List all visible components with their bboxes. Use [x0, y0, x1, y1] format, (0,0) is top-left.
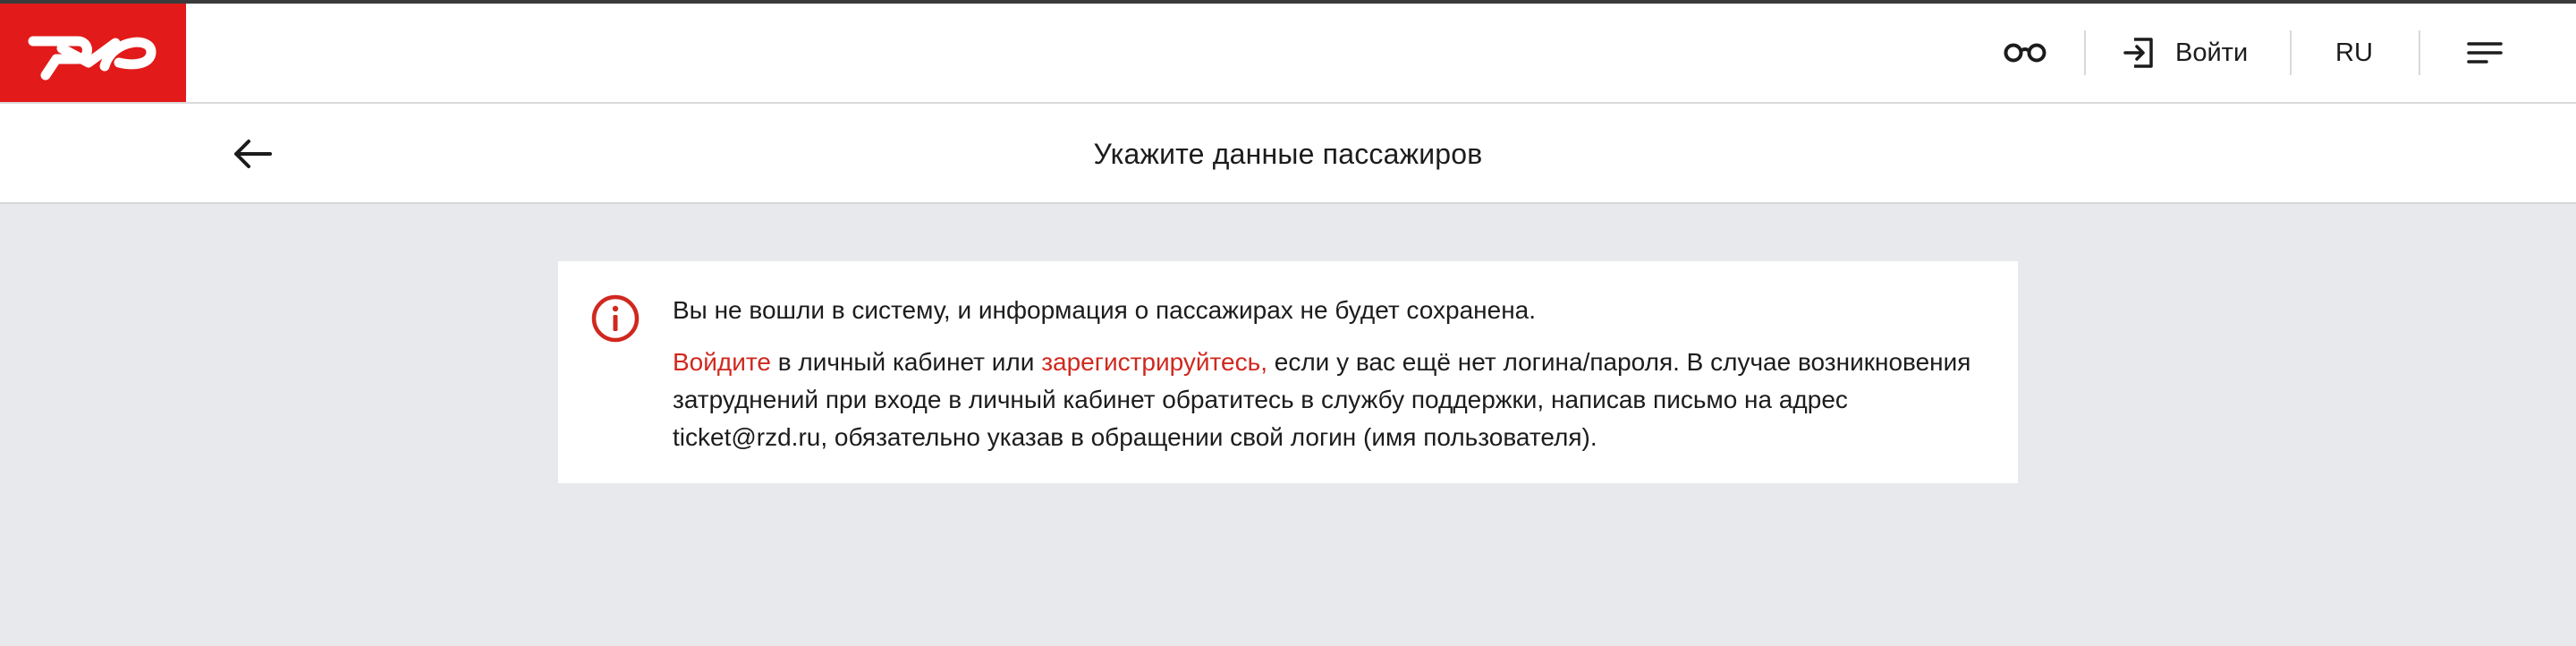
login-label: Войти [2175, 38, 2249, 67]
notice-line-1: Вы не вошли в систему, и информация о па… [673, 296, 1537, 324]
page-titlebar: Укажите данные пассажиров [0, 104, 2576, 204]
glasses-icon [2004, 43, 2046, 63]
accessibility-button[interactable] [1996, 4, 2054, 102]
header-divider [2419, 30, 2420, 75]
rzd-logo[interactable] [0, 4, 186, 102]
login-button[interactable]: Войти [2122, 4, 2256, 102]
page-title: Укажите данные пассажиров [1093, 138, 1483, 170]
header-divider [2084, 30, 2086, 75]
menu-icon [2467, 42, 2503, 64]
login-link[interactable]: Войдите [673, 348, 771, 376]
language-label: RU [2335, 38, 2373, 67]
header-divider [2290, 30, 2292, 75]
notice-text: Вы не вошли в систему, и информация о па… [673, 292, 1996, 456]
not-logged-in-notice: Вы не вошли в систему, и информация о па… [558, 261, 2018, 483]
register-link[interactable]: зарегистрируйтесь, [1041, 348, 1267, 376]
menu-button[interactable] [2458, 4, 2512, 102]
info-icon [591, 294, 640, 343]
login-icon [2123, 38, 2153, 68]
site-header: Войти RU [0, 4, 2576, 104]
language-switcher[interactable]: RU [2326, 4, 2383, 102]
rzd-logo-icon [28, 36, 157, 81]
notice-line-2: Войдите в личный кабинет или зарегистрир… [673, 344, 1996, 456]
notice-text-a: в личный кабинет или [770, 348, 1042, 376]
